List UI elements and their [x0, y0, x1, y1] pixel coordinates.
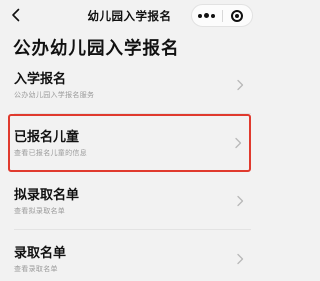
more-button[interactable] — [192, 5, 222, 26]
chevron-right-icon — [237, 195, 244, 207]
menu-item-proposed-admission-list[interactable]: 拟录取名单 查看拟录取名单 — [8, 172, 251, 230]
menu-item-enrollment[interactable]: 入学报名 公办幼儿园入学报名服务 — [8, 56, 251, 114]
menu-item-registered-children[interactable]: 已报名儿童 查看已报名儿童的信息 — [8, 114, 251, 172]
menu-item-desc: 查看拟录取名单 — [14, 206, 66, 215]
menu-item-label: 录取名单 — [14, 245, 67, 261]
close-button[interactable] — [223, 5, 253, 26]
back-button[interactable] — [6, 5, 26, 25]
more-dots-icon — [198, 13, 203, 18]
chevron-left-icon — [12, 8, 20, 22]
more-dots-icon — [211, 13, 216, 18]
more-dots-icon — [204, 13, 210, 18]
nav-title: 幼儿园入学报名 — [87, 9, 172, 23]
capsule-menu — [191, 4, 253, 27]
menu-item-desc: 查看录取名单 — [14, 264, 58, 273]
menu-item-label: 入学报名 — [14, 71, 67, 87]
menu-item-desc: 查看已报名儿童的信息 — [14, 148, 87, 157]
menu-item-desc: 公办幼儿园入学报名服务 — [14, 90, 95, 99]
menu-item-admission-list[interactable]: 录取名单 查看录取名单 — [8, 230, 251, 281]
chevron-right-icon — [237, 79, 244, 91]
chevron-right-icon — [235, 137, 242, 149]
menu-item-label: 拟录取名单 — [14, 187, 80, 203]
menu-list: 入学报名 公办幼儿园入学报名服务 已报名儿童 查看已报名儿童的信息 拟录取名单 … — [0, 56, 259, 281]
mini-program-screen: 幼儿园入学报名 公办幼儿园入学报名 入学报名 公办幼儿园入学报名服务 已报名儿童… — [0, 0, 259, 281]
chevron-right-icon — [237, 253, 244, 265]
menu-item-label: 已报名儿童 — [14, 129, 80, 145]
target-close-icon — [231, 9, 244, 22]
navigation-bar: 幼儿园入学报名 — [0, 0, 259, 32]
